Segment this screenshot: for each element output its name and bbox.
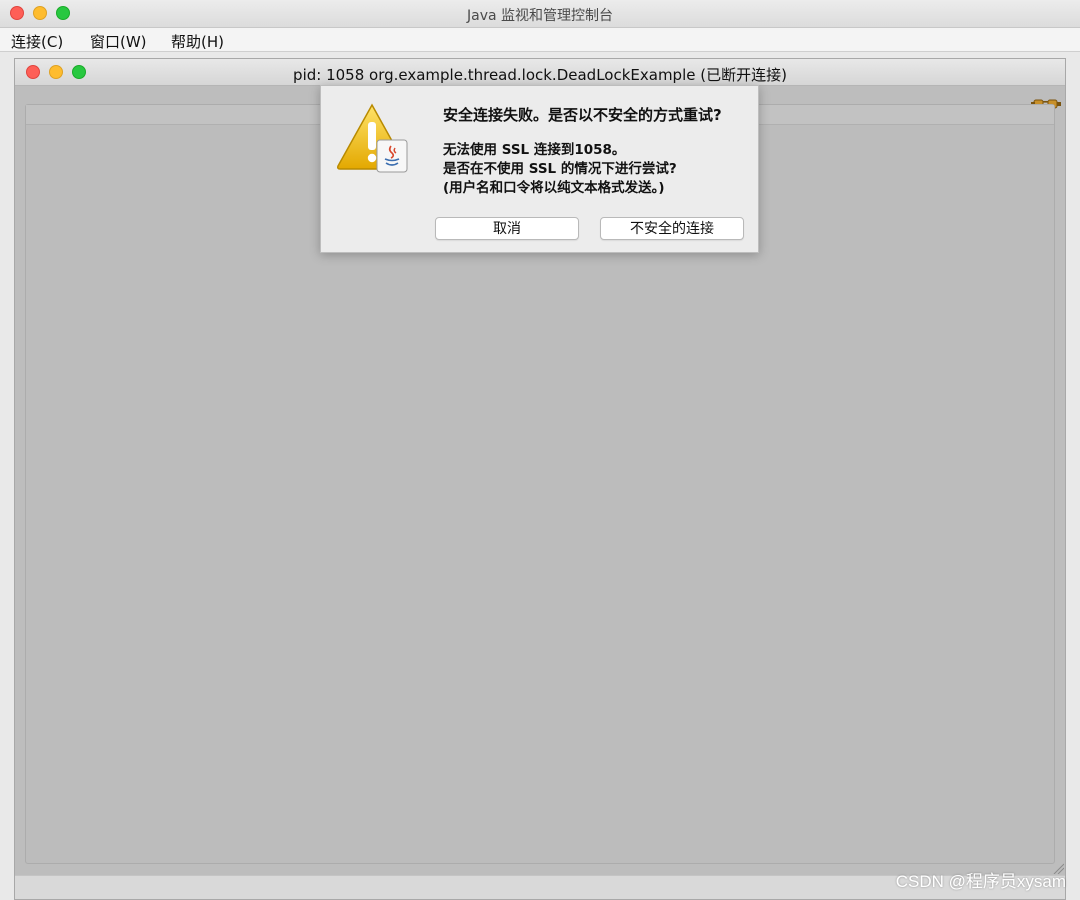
- ssl-failure-dialog: 安全连接失败。是否以不安全的方式重试? 无法使用 SSL 连接到1058。 是否…: [320, 85, 759, 253]
- dialog-message-line: 是否在不使用 SSL 的情况下进行尝试?: [443, 161, 677, 177]
- cancel-button[interactable]: 取消: [435, 217, 579, 240]
- dialog-title: 安全连接失败。是否以不安全的方式重试?: [443, 106, 722, 124]
- insecure-connect-button[interactable]: 不安全的连接: [600, 217, 744, 240]
- internal-frame-title: pid: 1058 org.example.thread.lock.DeadLo…: [293, 66, 787, 84]
- watermark: CSDN @程序员xysam: [895, 872, 1066, 891]
- main-titlebar: Java 监视和管理控制台: [0, 0, 1080, 28]
- main-window: Java 监视和管理控制台 连接(C) 窗口(W) 帮助(H) pid: 105…: [0, 0, 1080, 900]
- window-title: Java 监视和管理控制台: [466, 8, 614, 24]
- dialog-message-line: 无法使用 SSL 连接到1058。: [443, 142, 626, 158]
- menu-connection[interactable]: 连接(C): [11, 31, 63, 52]
- menu-help[interactable]: 帮助(H): [171, 31, 224, 52]
- dialog-message-line: (用户名和口令将以纯文本格式发送。): [443, 180, 665, 196]
- internal-frame-titlebar: pid: 1058 org.example.thread.lock.DeadLo…: [15, 59, 1065, 86]
- menu-bar: 连接(C) 窗口(W) 帮助(H): [0, 28, 1080, 52]
- warning-java-icon: [337, 103, 408, 173]
- menu-window[interactable]: 窗口(W): [90, 31, 147, 52]
